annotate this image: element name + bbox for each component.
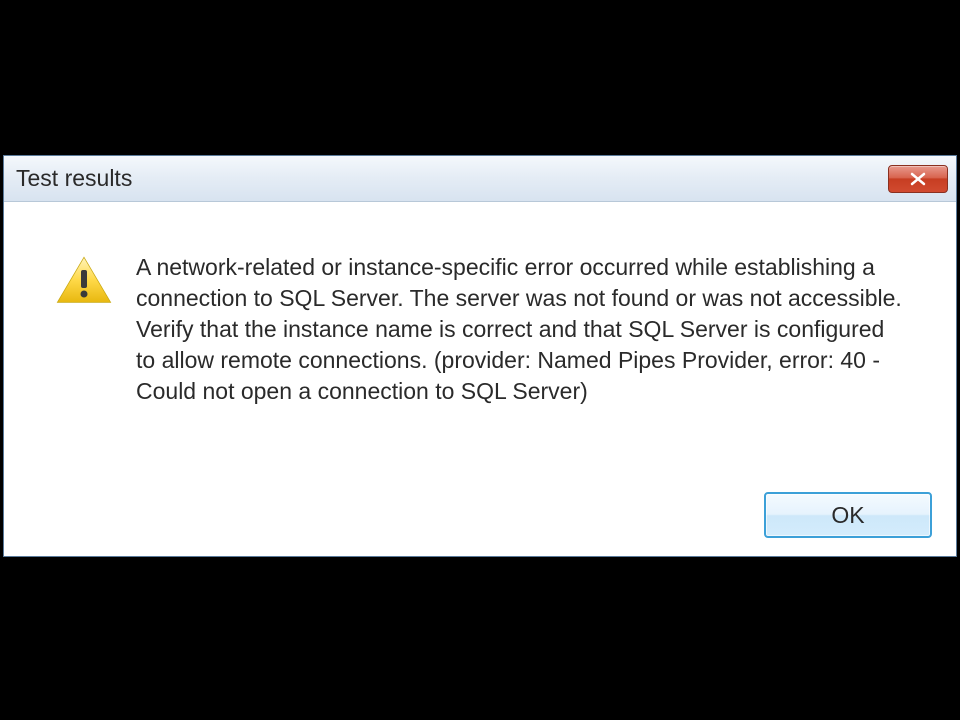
ok-button[interactable]: OK	[764, 492, 932, 538]
dialog-footer: OK	[764, 492, 932, 538]
error-message: A network-related or instance-specific e…	[136, 252, 906, 407]
dialog-title: Test results	[16, 165, 132, 192]
titlebar: Test results	[4, 156, 956, 202]
dialog-window: Test results	[3, 155, 957, 557]
close-icon	[909, 172, 927, 186]
dialog-body: A network-related or instance-specific e…	[4, 202, 956, 427]
close-button[interactable]	[888, 165, 948, 193]
warning-icon	[56, 256, 112, 309]
